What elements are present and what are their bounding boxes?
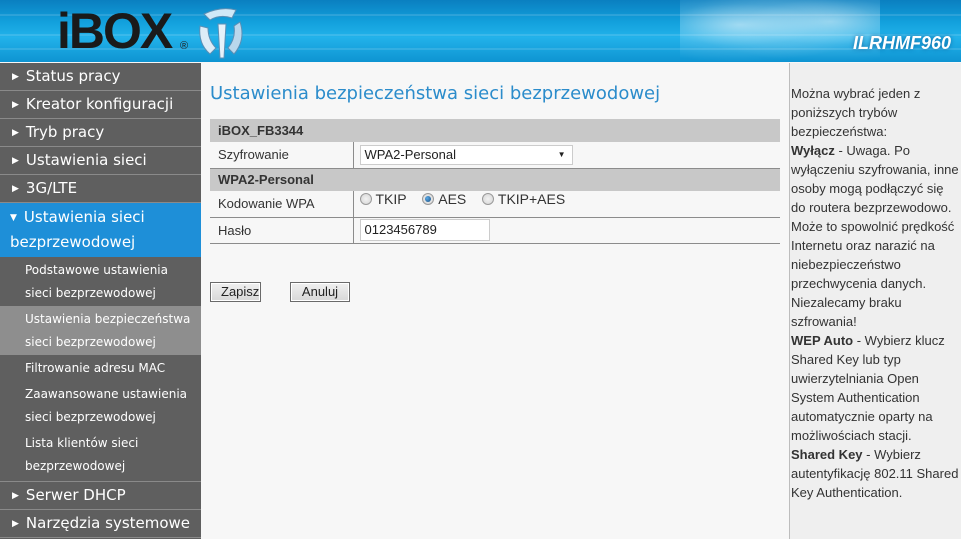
radio-checked-icon [422,193,435,206]
password-label: Hasło [210,217,354,244]
encryption-label: Szyfrowanie [210,142,354,169]
ibox-logo: iBOX [57,3,173,59]
sidebar-subitem-wireless-security[interactable]: Ustawienia bezpieczeństwa sieci bezprzew… [0,306,201,355]
ssid-name: iBOX_FB3344 [210,119,780,142]
radio-label: TKIP+AES [497,191,566,208]
security-form: iBOX_FB3344 Szyfrowanie WPA2-Personal ▼ … [210,119,780,244]
wpa-section-header: WPA2-Personal [210,168,780,191]
encryption-select[interactable]: WPA2-Personal ▼ [359,144,573,165]
sidebar-item-status[interactable]: ▶ Status pracy [0,63,201,91]
model-name: ILRHMF960 [852,33,951,53]
radio-tkip-aes[interactable]: TKIP+AES [481,191,566,208]
sidebar-item-label: 3G/LTE [25,179,78,197]
sidebar-nav: ▶ Status pracy ▶ Kreator konfiguracji ▶ Try… [0,63,201,539]
sidebar-item-wireless[interactable]: ▼ Ustawienia sieci bezprzewodowej [0,203,201,257]
password-input[interactable]: 0123456789 [359,219,490,241]
sidebar-subitem-client-list[interactable]: Lista klientów sieci bezprzewodowej [0,430,201,479]
sidebar-item-label: Serwer DHCP [25,486,126,504]
logo-emblem-icon [199,8,243,59]
wireless-submenu: Podstawowe ustawienia sieci bezprzewodow… [0,257,201,482]
radio-unchecked-icon [359,193,372,206]
radio-aes[interactable]: AES [422,191,466,207]
sidebar-item-label: Kreator konfiguracji [25,95,174,113]
encryption-select-value: WPA2-Personal [364,146,457,162]
ssid-section-header: iBOX_FB3344 [210,119,780,142]
sidebar-item-3g-lte[interactable]: ▶ 3G/LTE [0,175,201,203]
sidebar-item-label: Ustawienia sieci bezprzewodowej [10,208,145,251]
main-content: Ustawienia bezpieczeństwa sieci bezprzew… [201,63,789,539]
page-title: Ustawienia bezpieczeństwa sieci bezprzew… [210,83,661,104]
world-map-graphic [680,0,880,62]
cancel-button[interactable]: Anuluj [290,282,350,302]
password-row: Hasło 0123456789 [210,217,780,244]
header-banner: iBOX ® ILRHMF960 [0,0,961,62]
radio-tkip[interactable]: TKIP [359,191,407,208]
help-text: - Wybierz klucz Shared Key lub typ uwier… [791,333,945,443]
radio-label: TKIP [375,191,407,208]
encryption-row: Szyfrowanie WPA2-Personal ▼ [210,142,780,169]
radio-unchecked-icon [481,193,494,206]
chevron-right-icon: ▶ [12,491,19,501]
sidebar-item-mode[interactable]: ▶ Tryb pracy [0,119,201,147]
sidebar-item-system-tools[interactable]: ▶ Narzędzia systemowe [0,510,201,538]
radio-label: AES [438,191,467,208]
wpa-cipher-label: Kodowanie WPA [210,191,354,218]
sidebar-subitem-basic-wireless[interactable]: Podstawowe ustawienia sieci bezprzewodow… [0,257,201,306]
wpa-cipher-row: Kodowanie WPA TKIP AES TKIP+AES [210,191,780,218]
sidebar-item-network[interactable]: ▶ Ustawienia sieci [0,147,201,175]
chevron-down-icon: ▼ [10,213,17,223]
chevron-right-icon: ▶ [12,184,19,194]
registered-mark: ® [180,40,189,52]
help-term: Wyłącz [791,143,835,158]
chevron-right-icon: ▶ [12,128,19,138]
sidebar-item-label: Ustawienia sieci [25,151,147,169]
help-panel: Można wybrać jeden z poniższych trybów b… [789,63,961,539]
chevron-right-icon: ▶ [12,519,19,529]
chevron-right-icon: ▶ [12,72,19,82]
help-term: Shared Key [791,447,863,462]
sidebar-item-wizard[interactable]: ▶ Kreator konfiguracji [0,91,201,119]
sidebar-item-dhcp[interactable]: ▶ Serwer DHCP [0,482,201,510]
help-intro: Można wybrać jeden z poniższych trybów b… [791,86,921,139]
chevron-right-icon: ▶ [12,100,19,110]
sidebar-item-label: Narzędzia systemowe [25,514,191,532]
sidebar-item-label: Status pracy [25,67,121,85]
wpa-section-title: WPA2-Personal [210,168,780,191]
sidebar-item-label: Tryb pracy [25,123,105,141]
sidebar-subitem-advanced-wireless[interactable]: Zaawansowane ustawienia sieci bezprzewod… [0,381,201,430]
dropdown-arrow-icon: ▼ [557,149,566,159]
sidebar-subitem-mac-filter[interactable]: Filtrowanie adresu MAC [0,355,201,381]
chevron-right-icon: ▶ [12,156,19,166]
help-text: - Uwaga. Po wyłączeniu szyfrowania, inne… [791,143,959,329]
help-term: WEP Auto [791,333,854,348]
save-button[interactable]: Zapisz [210,282,261,302]
